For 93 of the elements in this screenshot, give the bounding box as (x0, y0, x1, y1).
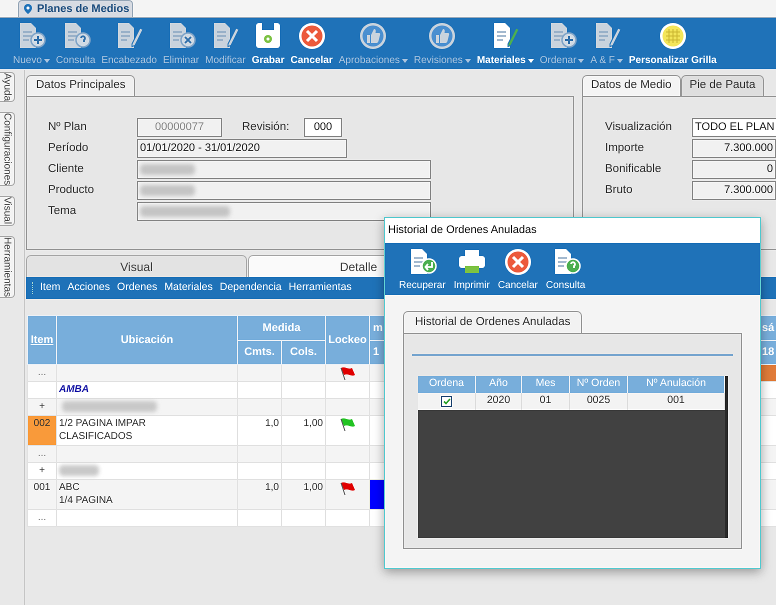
dialog-title: Historial de Ordenes Anuladas (388, 223, 537, 238)
field-label: Período (48, 140, 90, 156)
toolbar-button[interactable]: Nuevo (10, 18, 53, 69)
column-header: Lockeo (326, 316, 370, 364)
menu-item[interactable]: Materiales (164, 280, 213, 296)
table-cell: 001 (628, 392, 725, 410)
panel-tab[interactable]: Pie de Pauta (680, 75, 764, 96)
column-header: Ordena (418, 376, 476, 392)
location-pin-icon (22, 3, 34, 15)
redacted-field[interactable] (137, 160, 431, 179)
item-cell: ... (38, 512, 46, 523)
location-text: 1/4 PAGINA (59, 494, 114, 507)
toolbar-button[interactable]: Modificar (202, 18, 249, 69)
column-header: Medida (238, 316, 326, 340)
side-tab[interactable]: Ayuda (0, 72, 15, 102)
item-cell: ... (38, 367, 46, 378)
menu-item[interactable]: Ordenes (117, 280, 158, 296)
caret-icon (528, 58, 534, 62)
caret-icon (402, 58, 408, 62)
item-cell: + (39, 401, 45, 412)
redacted-field[interactable] (137, 181, 431, 200)
column-header: Cols. (282, 340, 326, 364)
column-header: Mes (522, 376, 570, 392)
revision-field[interactable]: 000 (304, 118, 342, 137)
menu-item[interactable]: Acciones (67, 280, 110, 296)
table-cell: 2020 (476, 392, 522, 410)
amount-field[interactable]: 7.300.000 (692, 181, 776, 200)
amount-field[interactable]: 0 (692, 160, 776, 179)
item-cell: 002 (34, 418, 50, 429)
item-cell: + (39, 465, 45, 476)
location-text: 1/2 PAGINA IMPAR (59, 417, 147, 430)
check-icon (442, 398, 450, 404)
toolbar-button[interactable]: Cancelar (494, 243, 542, 295)
caret-icon (616, 58, 623, 62)
column-header: Nº Anulación (628, 376, 725, 392)
amount-field[interactable]: 7.300.000 (692, 139, 776, 158)
toolbar-button[interactable]: Grabar (248, 18, 288, 69)
toolbar-button[interactable]: A & F (587, 18, 626, 69)
panel-tab[interactable]: Historial de Ordenes Anuladas (403, 311, 582, 333)
field-label: Tema (48, 204, 78, 219)
item-cell: 001 (34, 482, 50, 493)
caret-icon (44, 58, 50, 62)
side-tab[interactable]: Herramientas (0, 236, 15, 298)
column-header: Año (476, 376, 522, 392)
field-label: Importe (605, 140, 645, 156)
toolbar-button[interactable]: Aprobaciones (336, 18, 411, 69)
panel-tab[interactable]: Datos de Medio (582, 75, 681, 96)
caret-icon (578, 58, 584, 62)
item-cell: ... (38, 448, 46, 459)
table-cell: 01 (522, 392, 570, 410)
toolbar-button[interactable]: Consulta (542, 243, 590, 295)
toolbar-button[interactable]: Revisiones (410, 18, 474, 69)
field-label: Revisión: (242, 120, 290, 135)
menu-item[interactable]: Item (40, 280, 60, 296)
toolbar-button[interactable]: Eliminar (160, 18, 202, 69)
window-title: Planes de Medios (37, 2, 130, 17)
section-tab[interactable]: Visual (26, 255, 247, 277)
side-tab[interactable]: Configuraciones (0, 112, 15, 186)
column-header: Nº Orden (570, 376, 628, 392)
toolbar-button[interactable]: Ordenar (536, 18, 588, 69)
cmts-cell: 1,0 (265, 482, 279, 493)
toolbar-button[interactable]: Personalizar Grilla (626, 18, 720, 69)
toolbar-button[interactable]: Consulta (52, 18, 98, 69)
checkbox[interactable] (441, 396, 452, 406)
group-label: AMBA (59, 384, 89, 395)
location-text: CLASIFICADOS (59, 430, 134, 443)
period-field[interactable]: 01/01/2020 - 31/01/2020 (137, 139, 347, 158)
toolbar-button[interactable]: Encabezado (98, 18, 160, 69)
cols-cell: 1,00 (304, 482, 323, 493)
field-label: Bruto (605, 182, 634, 198)
view-select[interactable]: TODO EL PLAN (692, 118, 776, 137)
cmts-cell: 1,0 (265, 418, 279, 429)
field-label: Visualización (605, 120, 673, 135)
field-label: Nº Plan (48, 120, 88, 135)
column-header: Cmts. (238, 340, 282, 364)
panel-tab[interactable]: Datos Principales (26, 75, 136, 96)
column-header: Ubicación (56, 316, 238, 364)
side-tab[interactable]: Visual (0, 196, 15, 226)
cols-cell: 1,00 (304, 418, 323, 429)
location-text: ABC (59, 481, 81, 494)
menu-item[interactable]: Dependencia (220, 280, 282, 296)
field-label: Cliente (48, 162, 85, 177)
field-label: Producto (48, 182, 96, 198)
table-cell: 0025 (570, 392, 628, 410)
caret-icon (464, 58, 471, 62)
redacted-field[interactable] (137, 202, 431, 221)
plan-number-field[interactable]: 00000077 (137, 118, 222, 137)
toolbar-button[interactable]: Cancelar (287, 18, 336, 69)
menu-item[interactable]: Herramientas (288, 280, 352, 296)
blurred-text (59, 465, 99, 476)
window-tab[interactable]: Planes de Medios (18, 0, 134, 17)
toolbar-button[interactable]: Materiales (474, 18, 537, 69)
field-label: Bonificable (605, 162, 662, 177)
